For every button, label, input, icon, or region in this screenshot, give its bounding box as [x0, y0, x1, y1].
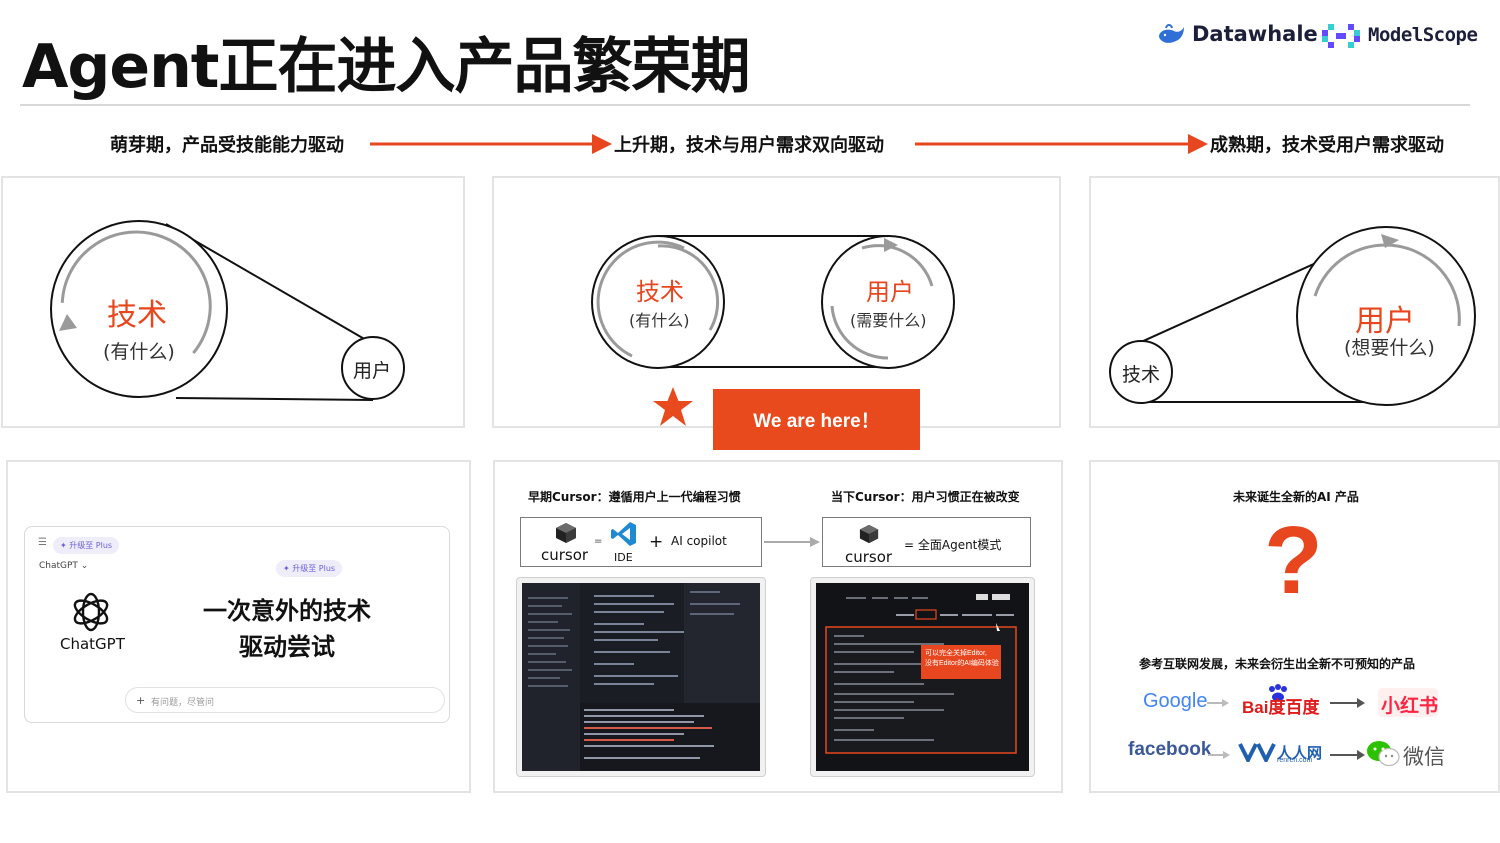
code-lines	[528, 583, 760, 771]
menu-icon[interactable]: ☰	[38, 537, 47, 548]
renren-icon	[1238, 743, 1276, 762]
belt-diagram-1	[50, 220, 405, 401]
chatgpt-headline-2: 驱动尝试	[239, 633, 335, 661]
question-mark: ?	[1264, 507, 1323, 614]
datawhale-logo-text: Datawhale	[1192, 22, 1318, 46]
agent-window: 可以完全关掉Editor, 没有Editor的AI编码体验	[816, 583, 1029, 771]
title-divider	[20, 104, 1470, 106]
equals-sign: =	[594, 536, 603, 547]
now-cursor-caption: 当下Cursor：用户习惯正在被改变	[831, 490, 1020, 504]
future-caption: 未来诞生全新的AI 产品	[1233, 490, 1359, 504]
ai-copilot-label: AI copilot	[671, 534, 727, 548]
now-cursor-screenshot: 可以完全关掉Editor, 没有Editor的AI编码体验	[810, 577, 1035, 777]
early-cursor-formula: cursor = IDE + AI copilot	[520, 517, 762, 567]
cursor-cube-icon	[556, 523, 576, 543]
cursor-cube-icon-2	[859, 524, 879, 544]
upgrade-pill-mid[interactable]: ✦ 升级至 Plus	[276, 560, 343, 577]
page-title: Agent正在进入产品繁荣期	[22, 32, 750, 102]
star-icon	[653, 387, 693, 426]
chatgpt-logo-text: ChatGPT	[60, 635, 125, 653]
panel3-small-label: 技术	[1122, 364, 1161, 386]
cursor-word: cursor	[541, 546, 589, 564]
openai-logo-icon	[73, 592, 109, 632]
arrow-head-1	[592, 134, 612, 154]
panel2-right-label: 用户	[866, 278, 914, 306]
panel3-big-sub: (想要什么)	[1344, 337, 1435, 359]
upgrade-pill-top[interactable]: ✦ 升级至 Plus	[53, 537, 120, 554]
chat-input-placeholder: 有问题，尽管问	[151, 698, 215, 708]
xiaohongshu-logo: 小红书	[1381, 696, 1439, 717]
chatgpt-screenshot: ☰ ✦ 升级至 Plus ChatGPT ⌄ ✦ 升级至 Plus ChatGP…	[24, 526, 450, 723]
modelscope-logo-text: ModelScope	[1368, 24, 1478, 46]
chat-input[interactable]: + 有问题，尽管问	[125, 687, 445, 713]
model-selector[interactable]: ChatGPT ⌄	[39, 561, 88, 571]
panel1-big-sub: (有什么)	[103, 341, 175, 363]
whale-icon	[1159, 24, 1184, 43]
panel2-left-sub: (有什么)	[629, 311, 690, 330]
belt-diagram-3	[1109, 226, 1476, 406]
ide-window	[522, 583, 760, 771]
wechat-logo: 微信	[1403, 746, 1445, 769]
arrow-facebook-renren	[1208, 751, 1230, 759]
arrow-google-baidu	[1207, 699, 1229, 707]
early-cursor-caption: 早期Cursor：遵循用户上一代编程习惯	[528, 490, 741, 504]
renren-domain: renren.com	[1277, 757, 1313, 764]
modelscope-icon	[1322, 24, 1360, 48]
future-note: 参考互联网发展，未来会衍生出全新不可预知的产品	[1139, 657, 1416, 671]
google-logo: Google	[1143, 690, 1208, 712]
we-are-here-badge: We are here！	[713, 389, 920, 450]
agent-callout: 可以完全关掉Editor, 没有Editor的AI编码体验	[921, 645, 1001, 679]
panel2-left-label: 技术	[636, 278, 684, 306]
now-cursor-formula: cursor = 全面Agent模式	[822, 517, 1031, 567]
plus-icon[interactable]: +	[136, 694, 145, 707]
early-cursor-screenshot	[516, 577, 766, 777]
formula-arrow	[764, 537, 820, 547]
ide-label: IDE	[614, 551, 633, 564]
wechat-icon	[1367, 741, 1400, 767]
arrow-renren-wechat	[1330, 750, 1365, 760]
stage-arrows	[370, 134, 1208, 154]
cursor-word-2: cursor	[845, 548, 893, 566]
arrow-head-2	[1188, 134, 1208, 154]
plus-sign: +	[649, 532, 664, 552]
panel1-small-label: 用户	[353, 360, 392, 382]
chatgpt-headline-1: 一次意外的技术	[203, 597, 371, 625]
panel2-right-sub: (需要什么)	[850, 311, 927, 330]
baidu-logo: Bai度百度	[1242, 698, 1320, 717]
agent-mode-label: = 全面Agent模式	[904, 538, 1002, 552]
vscode-icon	[611, 522, 636, 546]
arrow-baidu-xhs	[1330, 698, 1365, 708]
panel1-big-label: 技术	[107, 298, 167, 333]
facebook-logo: facebook	[1128, 739, 1212, 760]
partner-logos: Datawhale ModelScope	[1156, 20, 1486, 52]
